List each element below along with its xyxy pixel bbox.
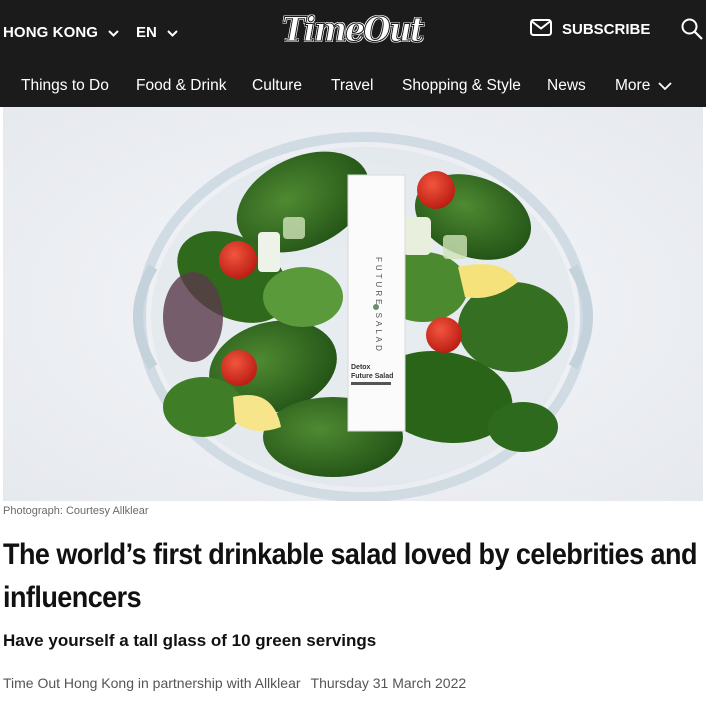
main-nav: Things to Do Food & Drink Culture Travel… <box>0 74 706 98</box>
timeout-logo[interactable]: TimeOut <box>282 9 425 51</box>
article-author[interactable]: Time Out Hong Kong in partnership with A… <box>3 675 301 691</box>
article-date: Thursday 31 March 2022 <box>310 675 467 691</box>
subscribe-button[interactable]: SUBSCRIBE <box>530 18 650 40</box>
envelope-icon <box>530 18 562 40</box>
sachet-name-line1: Detox <box>351 364 371 371</box>
search-icon <box>680 18 704 45</box>
site-header: HONG KONG EN TimeOut SUBSCRIBE Things to… <box>0 0 706 107</box>
nav-item-food-drink[interactable]: Food & Drink <box>136 74 226 98</box>
photo-credit: Photograph: Courtesy Allklear <box>3 505 149 517</box>
chevron-down-icon <box>108 24 119 41</box>
nav-item-travel[interactable]: Travel <box>331 74 374 98</box>
article-byline: Time Out Hong Kong in partnership with A… <box>3 675 466 691</box>
nav-more-label: More <box>615 77 651 94</box>
edition-selector[interactable]: HONG KONG <box>3 22 119 42</box>
nav-item-news[interactable]: News <box>547 74 586 98</box>
article-headline: The world’s first drinkable salad loved … <box>3 538 697 614</box>
article-subheadline: Have yourself a tall glass of 10 green s… <box>3 631 377 650</box>
sachet-name-line2: Future Salad <box>351 373 393 380</box>
language-selector[interactable]: EN <box>136 22 178 42</box>
subscribe-label: SUBSCRIBE <box>562 20 651 38</box>
nav-item-things-to-do[interactable]: Things to Do <box>21 74 109 98</box>
language-label: EN <box>136 23 157 41</box>
edition-label: HONG KONG <box>3 23 99 41</box>
nav-item-shopping-style[interactable]: Shopping & Style <box>402 74 521 98</box>
hero-image: FUTURE SALAD Detox Future Salad <box>3 107 703 501</box>
nav-item-more[interactable]: More <box>615 74 672 98</box>
nav-item-culture[interactable]: Culture <box>252 74 302 98</box>
logo-text: TimeOut <box>282 10 425 51</box>
search-button[interactable] <box>680 17 704 41</box>
chevron-down-icon <box>167 24 178 41</box>
salad-bowl-illustration: FUTURE SALAD Detox Future Salad <box>3 107 703 501</box>
chevron-down-icon <box>650 74 672 98</box>
